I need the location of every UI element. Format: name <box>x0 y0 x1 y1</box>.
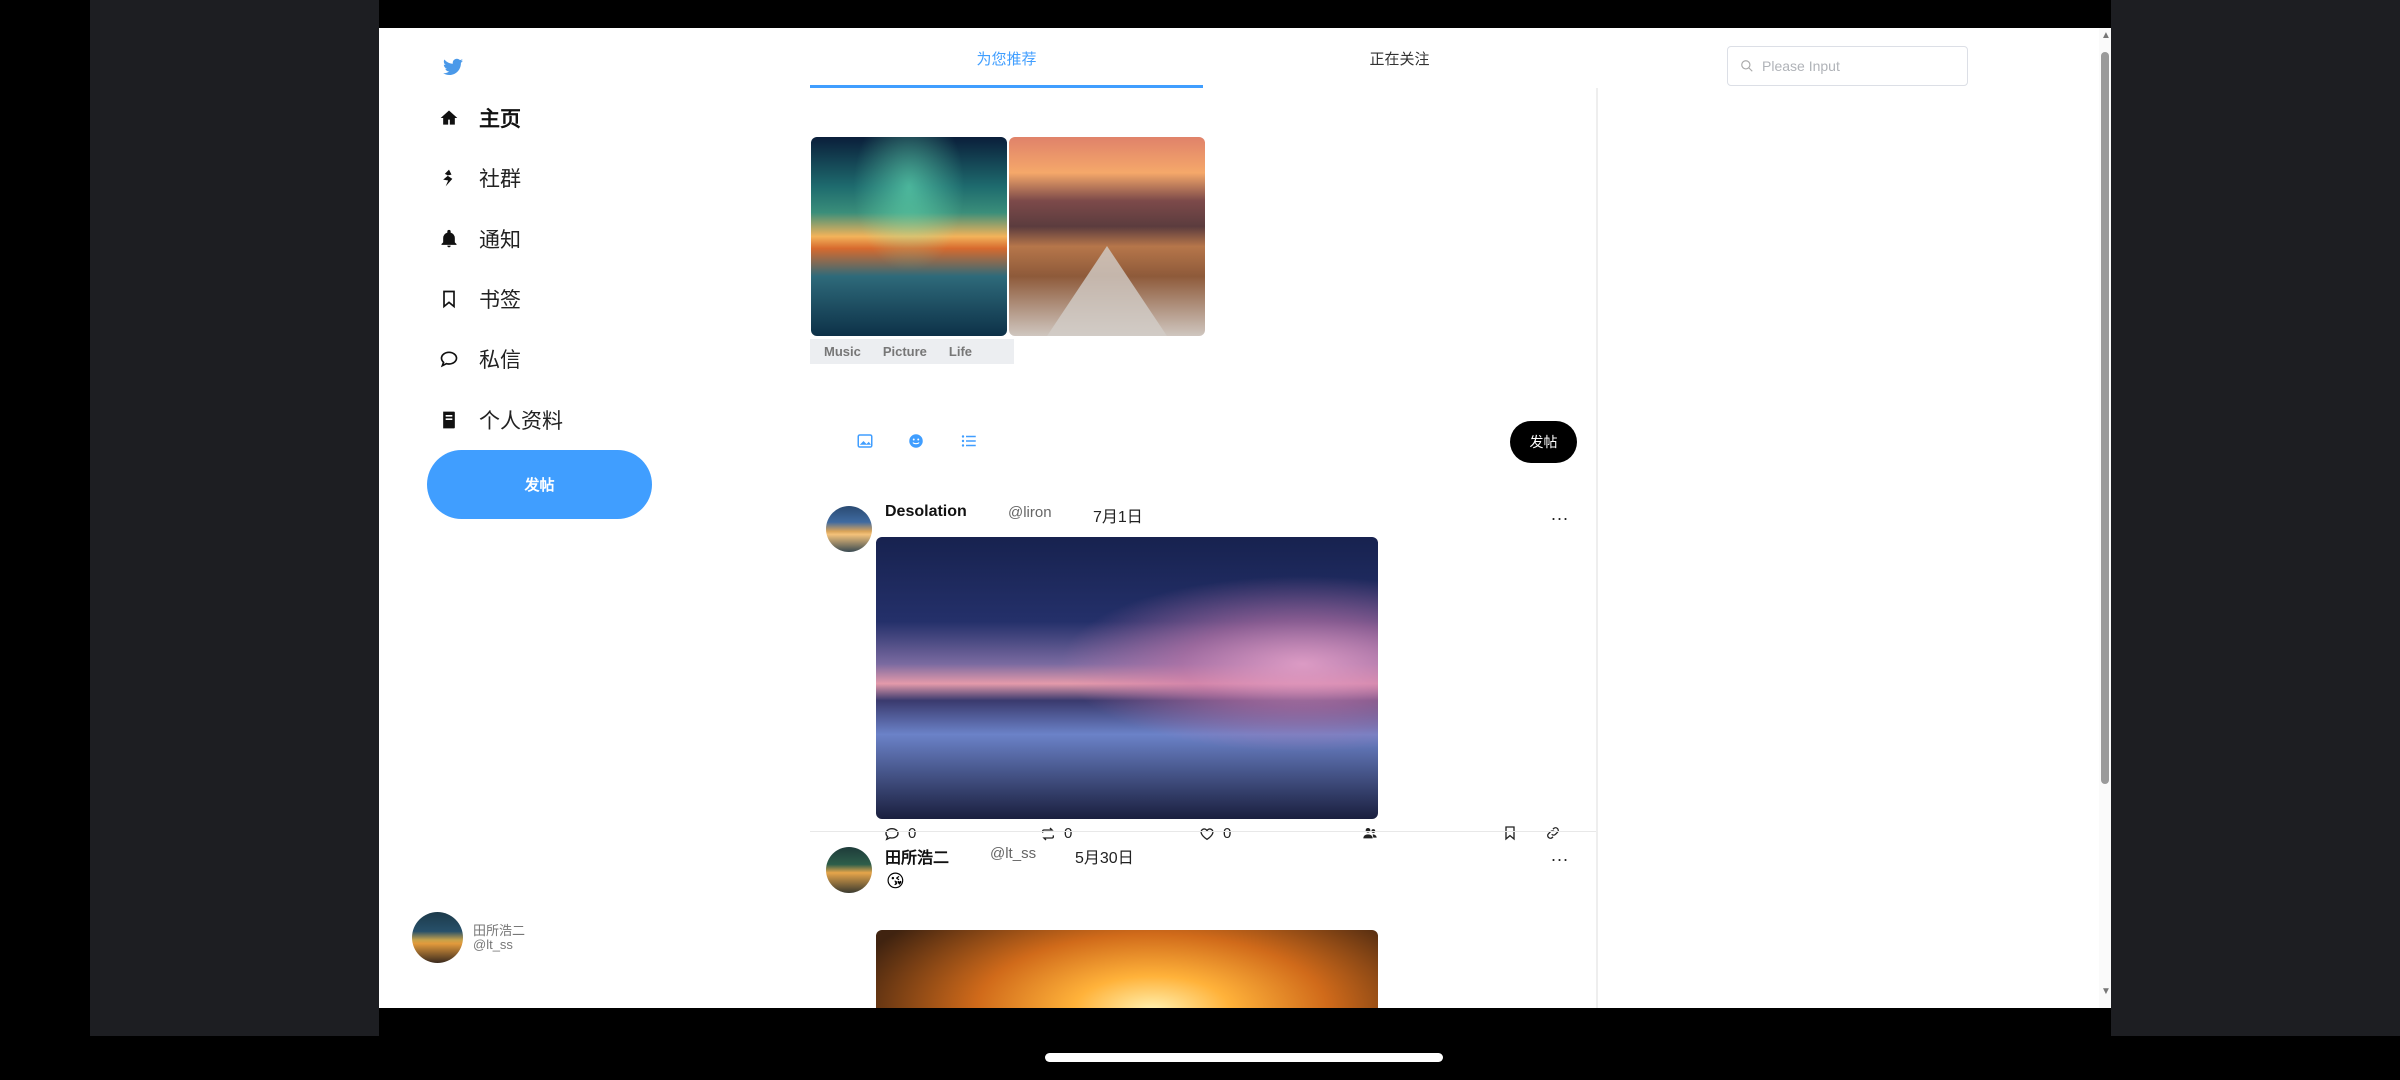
active-tab-indicator <box>810 85 1203 88</box>
post-more-button[interactable]: ... <box>1551 504 1569 525</box>
column-divider <box>1596 88 1598 1008</box>
sidebar-item-messages[interactable]: 私信 <box>439 339 521 379</box>
post-image[interactable] <box>876 537 1378 819</box>
post-divider <box>810 831 1596 832</box>
post-card[interactable]: 田所浩二 @lt_ss 5月30日 ... 😘 <box>810 831 1596 1008</box>
scrollbar-thumb[interactable] <box>2101 52 2109 784</box>
search-input[interactable] <box>1762 58 1952 74</box>
sidebar-post-button[interactable]: 发帖 <box>427 450 652 519</box>
home-icon <box>440 110 458 125</box>
sidebar-item-home[interactable]: 主页 <box>439 98 521 138</box>
bell-icon <box>441 229 457 248</box>
right-letterbox <box>2111 0 2400 1036</box>
sidebar-item-label: 书签 <box>479 289 521 312</box>
composer-image-galaxy[interactable] <box>811 137 1007 336</box>
sidebar-item-label: 通知 <box>479 229 521 252</box>
post-text: 😘 <box>886 871 905 891</box>
post-author-handle: @lt_ss <box>990 845 1037 862</box>
composer-image-road[interactable] <box>1009 137 1205 336</box>
sidebar-item-community[interactable]: 社群 <box>439 158 521 198</box>
avatar <box>412 912 463 963</box>
post-author-name[interactable]: Desolation <box>885 503 967 521</box>
emoji-icon[interactable] <box>907 432 925 450</box>
sidebar-item-notifications[interactable]: 通知 <box>439 219 521 259</box>
post-date: 5月30日 <box>1075 850 1134 867</box>
profile-card[interactable]: 田所浩二 @lt_ss <box>412 912 525 963</box>
sidebar-item-label: 社群 <box>479 168 521 191</box>
left-letterbox <box>90 0 379 1036</box>
tag-music[interactable]: Music <box>824 344 861 359</box>
feed-tabs: 为您推荐 正在关注 <box>810 28 1596 88</box>
scroll-up-arrow[interactable]: ▲ <box>2101 30 2111 41</box>
sidebar-item-label: 主页 <box>479 108 521 131</box>
post-author-handle: @liron <box>1008 504 1052 521</box>
community-icon <box>443 169 453 187</box>
profile-handle: @lt_ss <box>473 936 513 952</box>
tab-following[interactable]: 正在关注 <box>1203 28 1596 88</box>
tab-for-you[interactable]: 为您推荐 <box>810 28 1203 88</box>
search-icon <box>1741 60 1753 72</box>
sidebar-item-label: 个人资料 <box>479 410 563 433</box>
bookmark-icon <box>443 290 455 309</box>
sidebar-item-label: 私信 <box>479 349 521 372</box>
post-more-button[interactable]: ... <box>1551 845 1569 866</box>
scroll-down-arrow[interactable]: ▼ <box>2101 986 2111 997</box>
post-avatar[interactable] <box>826 847 872 893</box>
profile-name: 田所浩二 <box>473 922 526 938</box>
tag-picture[interactable]: Picture <box>883 344 927 359</box>
home-indicator[interactable] <box>1045 1053 1443 1062</box>
composer-post-button[interactable]: 发帖 <box>1510 421 1577 463</box>
tag-life[interactable]: Life <box>949 344 972 359</box>
app-window: 主页 社群 通知 书签 私信 个人资料 发帖 田所浩二 @lt_ss 为您推荐 … <box>379 28 2111 1008</box>
tag-strip: Music Picture Life <box>810 339 1014 364</box>
search-box[interactable] <box>1727 46 1968 86</box>
profile-book-icon <box>443 411 455 429</box>
post-date: 7月1日 <box>1093 509 1143 526</box>
twitter-icon[interactable] <box>443 58 463 76</box>
post-avatar[interactable] <box>826 506 872 552</box>
post-author-name[interactable]: 田所浩二 <box>885 844 949 868</box>
sidebar-item-bookmarks[interactable]: 书签 <box>439 279 521 319</box>
list-icon[interactable] <box>960 432 978 450</box>
post-card[interactable]: Desolation @liron 7月1日 ... 0 0 0 <box>810 476 1596 856</box>
scrollbar[interactable]: ▲ ▼ <box>2099 28 2111 1008</box>
message-icon <box>440 351 458 368</box>
image-icon[interactable] <box>856 432 874 450</box>
post-image[interactable] <box>876 930 1378 1008</box>
sidebar-item-profile[interactable]: 个人资料 <box>439 400 563 440</box>
